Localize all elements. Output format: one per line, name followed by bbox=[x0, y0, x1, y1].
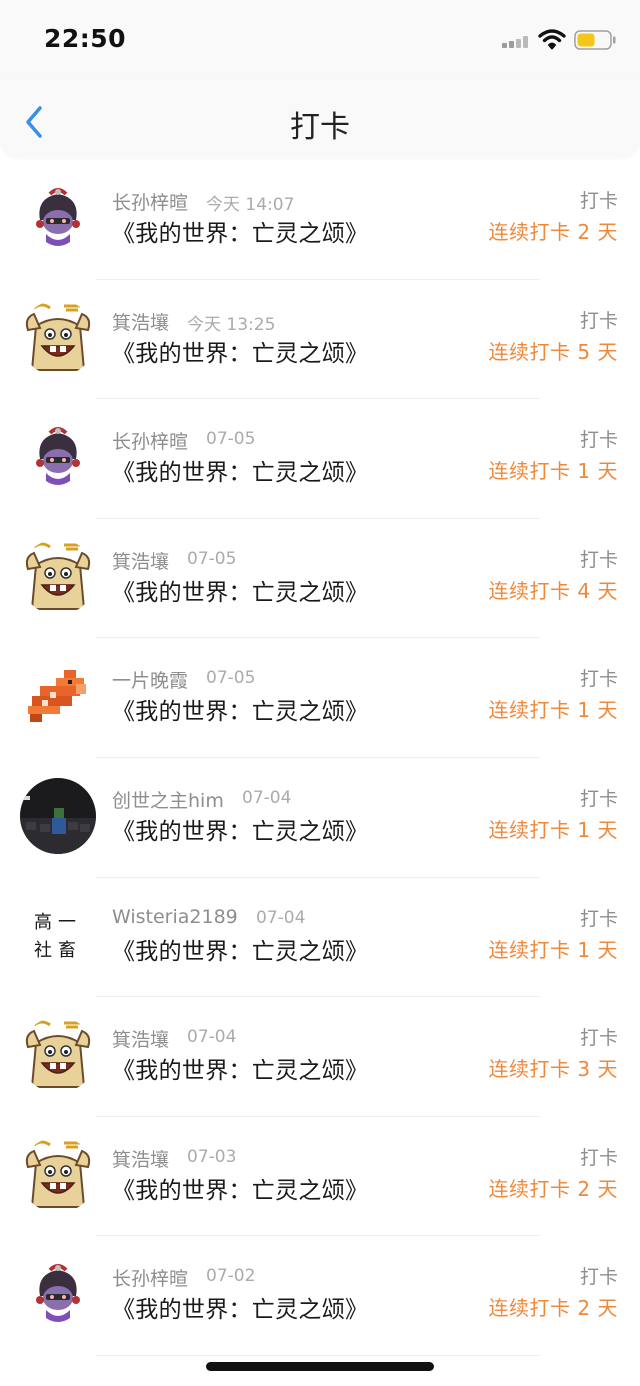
post-time: 07-04 bbox=[256, 907, 306, 928]
game-title[interactable]: 《我的世界：亡灵之颂》 bbox=[112, 1290, 368, 1324]
battery-icon bbox=[574, 30, 616, 50]
game-title[interactable]: 《我的世界：亡灵之颂》 bbox=[112, 334, 368, 368]
checkin-label: 打卡 bbox=[579, 190, 618, 212]
user-name[interactable]: Wisteria2189 bbox=[112, 906, 238, 928]
cartoon-face-avatar[interactable] bbox=[20, 300, 96, 376]
streak-count: 连续打卡 1 天 bbox=[488, 937, 618, 962]
checkin-row[interactable]: 高一社畜 Wisteria2189 07-04 《我的世界：亡灵之颂》 打卡连续打卡 1… bbox=[0, 878, 640, 998]
streak-count: 连续打卡 1 天 bbox=[488, 459, 618, 484]
navigation-bar: 打卡 bbox=[0, 80, 640, 158]
cartoon-face-avatar[interactable] bbox=[20, 539, 96, 615]
checkin-label: 打卡 bbox=[579, 429, 618, 452]
streak-count: 连续打卡 5 天 bbox=[488, 339, 618, 364]
post-time: 07-04 bbox=[242, 787, 292, 808]
status-time: 22:50 bbox=[44, 24, 127, 53]
calligraphy-avatar[interactable]: 高一 社畜 bbox=[20, 897, 96, 974]
cartoon-face-avatar[interactable] bbox=[20, 1017, 96, 1093]
user-name[interactable]: 箕浩壤 bbox=[112, 1025, 169, 1052]
checkin-label: 打卡 bbox=[579, 787, 618, 810]
game-title[interactable]: 《我的世界：亡灵之颂》 bbox=[112, 573, 368, 607]
streak-count: 连续打卡 3 天 bbox=[488, 1057, 618, 1082]
status-bar: 22:50 bbox=[0, 0, 640, 80]
game-title[interactable]: 《我的世界：亡灵之颂》 bbox=[112, 1171, 368, 1205]
checkin-label: 打卡 bbox=[579, 1027, 618, 1050]
user-name[interactable]: 长孙梓暄 bbox=[112, 1264, 188, 1291]
game-title[interactable]: 《我的世界：亡灵之颂》 bbox=[112, 453, 368, 487]
post-time: 07-04 bbox=[187, 1027, 237, 1048]
game-title[interactable]: 《我的世界：亡灵之颂》 bbox=[112, 692, 368, 726]
game-title[interactable]: 《我的世界：亡灵之颂》 bbox=[112, 932, 368, 966]
game-title[interactable]: 《我的世界：亡灵之颂》 bbox=[112, 214, 368, 248]
cartoon-face-avatar[interactable] bbox=[20, 1137, 96, 1213]
checkin-label: 打卡 bbox=[579, 668, 618, 691]
dark-photo-avatar[interactable] bbox=[20, 777, 96, 854]
checkin-label: 打卡 bbox=[579, 309, 618, 332]
avatar-text-line-1: 高一 bbox=[34, 911, 82, 933]
checkin-label: 打卡 bbox=[579, 1266, 618, 1289]
checkin-row[interactable]: 长孙梓暄 07-05 《我的世界：亡灵之颂》 打卡连续打卡 1 天 bbox=[0, 399, 640, 519]
checkin-row[interactable]: 箕浩壤 07-04 《我的世界：亡灵之颂》 打卡连续打卡 3 天 bbox=[0, 997, 640, 1117]
streak-count: 连续打卡 2 天 bbox=[488, 1296, 618, 1321]
checkin-label: 打卡 bbox=[579, 907, 618, 930]
checkin-list: 长孙梓暄 今天 14:07 《我的世界：亡灵之颂》 打卡 连续打卡 2 天箕浩壤 今天 1… bbox=[0, 160, 640, 1356]
avatar-text-line-2: 社畜 bbox=[34, 939, 82, 961]
pixel-fish-avatar[interactable] bbox=[20, 658, 96, 734]
streak-count: 连续打卡 1 天 bbox=[488, 698, 618, 723]
streak-count: 连续打卡 1 天 bbox=[488, 817, 618, 842]
wifi-icon bbox=[538, 29, 566, 50]
user-name[interactable]: 一片晚霞 bbox=[112, 666, 188, 693]
user-name[interactable]: 箕浩壤 bbox=[112, 547, 169, 574]
masked-girl-avatar[interactable] bbox=[20, 419, 96, 495]
post-time: 07-03 bbox=[187, 1146, 237, 1167]
game-title[interactable]: 《我的世界：亡灵之颂》 bbox=[112, 812, 368, 846]
checkin-row[interactable]: 箕浩壤 今天 13:25 《我的世界：亡灵之颂》 打卡连续打卡 5 天 bbox=[0, 280, 640, 400]
user-name[interactable]: 箕浩壤 bbox=[112, 308, 169, 335]
checkin-row[interactable]: 箕浩壤 07-05 《我的世界：亡灵之颂》 打卡连续打卡 4 天 bbox=[0, 519, 640, 639]
post-time: 07-05 bbox=[206, 429, 256, 450]
streak-count: 连续打卡 2 天 bbox=[488, 1176, 618, 1201]
checkin-label: 打卡 bbox=[579, 548, 618, 571]
home-indicator[interactable] bbox=[206, 1362, 434, 1371]
page-title: 打卡 bbox=[290, 110, 350, 145]
masked-girl-avatar[interactable] bbox=[20, 180, 96, 256]
masked-girl-avatar[interactable] bbox=[20, 1256, 96, 1332]
streak-count: 连续打卡 2 天 bbox=[488, 220, 618, 244]
checkin-row[interactable]: 长孙梓暄 07-02 《我的世界：亡灵之颂》 打卡连续打卡 2 天 bbox=[0, 1236, 640, 1356]
checkin-row[interactable]: 创世之主him 07-04 《我的世界：亡灵之颂》 打卡连续打卡 1 天 bbox=[0, 758, 640, 878]
user-name[interactable]: 长孙梓暄 bbox=[112, 188, 188, 215]
user-name[interactable]: 创世之主him bbox=[112, 786, 224, 813]
cellular-signal-icon bbox=[502, 36, 532, 48]
user-name[interactable]: 长孙梓暄 bbox=[112, 427, 188, 454]
checkin-row[interactable]: 长孙梓暄 今天 14:07 《我的世界：亡灵之颂》 打卡连续打卡 2 天 bbox=[0, 160, 640, 280]
checkin-label: 打卡 bbox=[579, 1146, 618, 1169]
post-time: 今天 14:07 bbox=[206, 195, 295, 215]
streak-count: 连续打卡 4 天 bbox=[488, 578, 618, 603]
post-time: 今天 13:25 bbox=[187, 314, 276, 335]
checkin-row[interactable]: 箕浩壤 07-03 《我的世界：亡灵之颂》 打卡连续打卡 2 天 bbox=[0, 1117, 640, 1237]
post-time: 07-05 bbox=[206, 668, 256, 689]
post-time: 07-02 bbox=[206, 1266, 256, 1287]
user-name[interactable]: 箕浩壤 bbox=[112, 1145, 169, 1172]
checkin-row[interactable]: 一片晚霞 07-05 《我的世界：亡灵之颂》 打卡连续打卡 1 天 bbox=[0, 638, 640, 758]
game-title[interactable]: 《我的世界：亡灵之颂》 bbox=[112, 1051, 368, 1085]
row-divider bbox=[96, 1354, 540, 1356]
post-time: 07-05 bbox=[187, 548, 237, 569]
